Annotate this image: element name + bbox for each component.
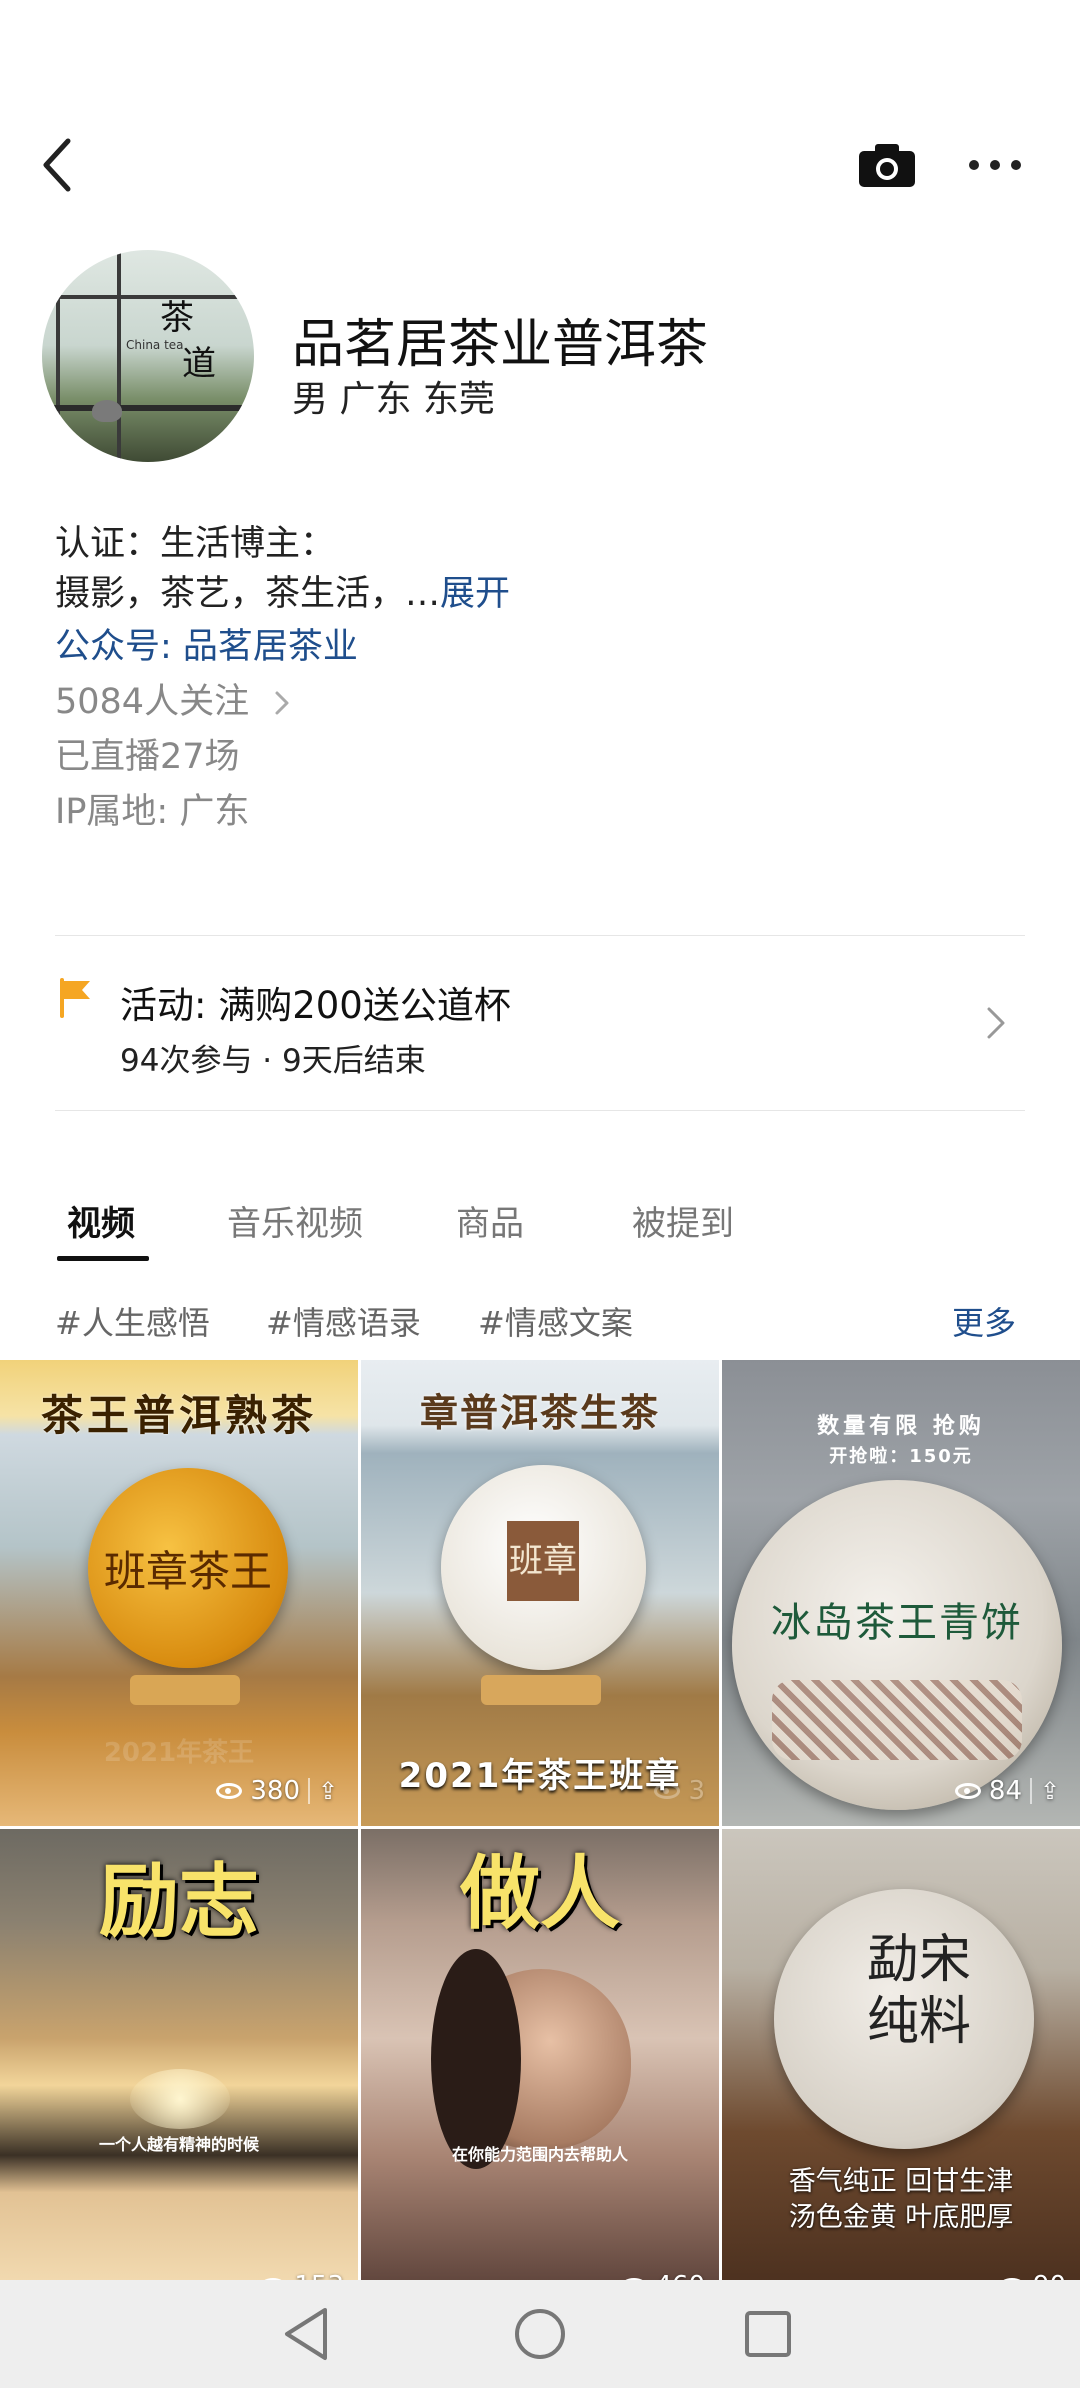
video-thumbnail[interactable]: 茶王普洱熟茶 班章茶王 2021年茶王 380 ⇪	[0, 1360, 358, 1826]
hashtag-item[interactable]: #情感文案	[478, 1298, 633, 1344]
video-title: 章普洱茶生茶	[419, 1391, 660, 1435]
nav-recents-icon[interactable]	[732, 2298, 804, 2370]
video-thumbnail[interactable]: 章普洱茶生茶 班章 2021年茶王班章 3	[361, 1360, 719, 1826]
camera-icon[interactable]	[852, 135, 922, 195]
video-subtitle: 在你能力范围内去帮助人	[451, 2145, 628, 2164]
video-subtitle: 开抢啦：150元	[829, 1446, 973, 1467]
certification-tags-text: 摄影，茶艺，茶生活，…	[55, 574, 441, 614]
cake-label: 勐宋纯料	[866, 1930, 971, 2052]
nav-back-icon[interactable]	[270, 2298, 342, 2370]
view-count: 3	[654, 1776, 705, 1806]
ip-location: IP属地: 广东	[55, 792, 250, 832]
activity-subtitle: 94次参与 · 9天后结束	[120, 1043, 426, 1079]
certification-line: 认证：生活博主：	[55, 524, 336, 564]
tab-mentioned[interactable]: 被提到	[632, 1196, 734, 1245]
video-thumbnail[interactable]: 做人 在你能力范围内去帮助人 460	[361, 1829, 719, 2295]
hashtag-item[interactable]: #情感语录	[266, 1298, 421, 1344]
video-subtitle: 汤色金黄 叶底肥厚	[788, 2202, 1014, 2233]
video-title: 茶王普洱熟茶	[40, 1391, 317, 1440]
video-title: 数量有限 抢购	[817, 1414, 985, 1439]
flag-icon	[58, 978, 94, 1018]
profile-meta: 男 广东 东莞	[292, 379, 495, 420]
eye-icon	[216, 1783, 243, 1799]
cake-label: 班章	[507, 1521, 579, 1601]
certification-tags: 摄影，茶艺，茶生活，…展开	[55, 565, 510, 616]
nav-home-icon[interactable]	[504, 2298, 576, 2370]
official-account-link[interactable]: 公众号: 品茗居茶业	[55, 618, 358, 669]
chevron-right-icon	[275, 691, 289, 715]
hashtag-item[interactable]: #人生感悟	[55, 1298, 210, 1344]
active-tab-indicator	[57, 1256, 149, 1261]
video-title: 做人	[460, 1847, 620, 1940]
video-title: 励志	[99, 1855, 259, 1948]
followers-text: 5084人关注	[55, 682, 250, 722]
activity-title[interactable]: 活动: 满购200送公道杯	[120, 975, 511, 1029]
hashtags-more-link[interactable]: 更多	[952, 1298, 1016, 1344]
back-arrow-icon[interactable]	[28, 130, 88, 200]
video-thumbnail[interactable]: 数量有限 抢购 开抢啦：150元 冰岛茶王青饼 84 ⇪	[722, 1360, 1080, 1826]
system-nav-bar	[0, 2280, 1080, 2388]
video-subtitle: 一个人越有精神的时候	[98, 2135, 259, 2154]
live-count: 已直播27场	[55, 737, 240, 777]
avatar-text-en: China tea	[126, 338, 184, 352]
video-thumbnail[interactable]: 励志 一个人越有精神的时候 153	[0, 1829, 358, 2295]
cake-label: 冰岛茶王青饼	[771, 1600, 1023, 1646]
share-icon[interactable]: ⇪	[1030, 1778, 1066, 1804]
more-icon[interactable]	[960, 140, 1030, 190]
followers-count[interactable]: 5084人关注	[55, 673, 290, 724]
view-count-value: 3	[688, 1776, 705, 1806]
eye-icon	[654, 1783, 681, 1799]
tab-products[interactable]: 商品	[456, 1196, 524, 1245]
video-subtitle: 2021年茶王	[103, 1738, 255, 1768]
view-count: 84 ⇪	[954, 1776, 1066, 1806]
video-title: 香气纯正 回甘生津	[788, 2166, 1014, 2197]
divider	[55, 1110, 1025, 1111]
expand-link[interactable]: 展开	[440, 574, 510, 614]
cake-label: 班章茶王	[103, 1547, 272, 1596]
tab-videos[interactable]: 视频	[67, 1196, 135, 1245]
avatar[interactable]: 茶 道 China tea	[42, 250, 254, 462]
view-count-value: 380	[250, 1776, 300, 1806]
view-count-value: 84	[988, 1776, 1022, 1806]
avatar-text-sub: 道	[182, 344, 216, 384]
share-icon[interactable]: ⇪	[308, 1778, 344, 1804]
view-count: 380 ⇪	[216, 1776, 344, 1806]
eye-icon	[954, 1783, 981, 1799]
divider	[55, 935, 1025, 936]
profile-name: 品茗居茶业普洱茶	[292, 315, 709, 375]
chevron-right-icon[interactable]	[985, 1005, 1007, 1041]
tab-music-videos[interactable]: 音乐视频	[227, 1196, 363, 1245]
video-grid: 茶王普洱熟茶 班章茶王 2021年茶王 380 ⇪ 章普洱茶生茶 班章 2021年…	[0, 1360, 1080, 2295]
video-thumbnail[interactable]: 勐宋纯料 香气纯正 回甘生津 汤色金黄 叶底肥厚 90	[722, 1829, 1080, 2295]
avatar-text-main: 茶	[160, 298, 194, 338]
